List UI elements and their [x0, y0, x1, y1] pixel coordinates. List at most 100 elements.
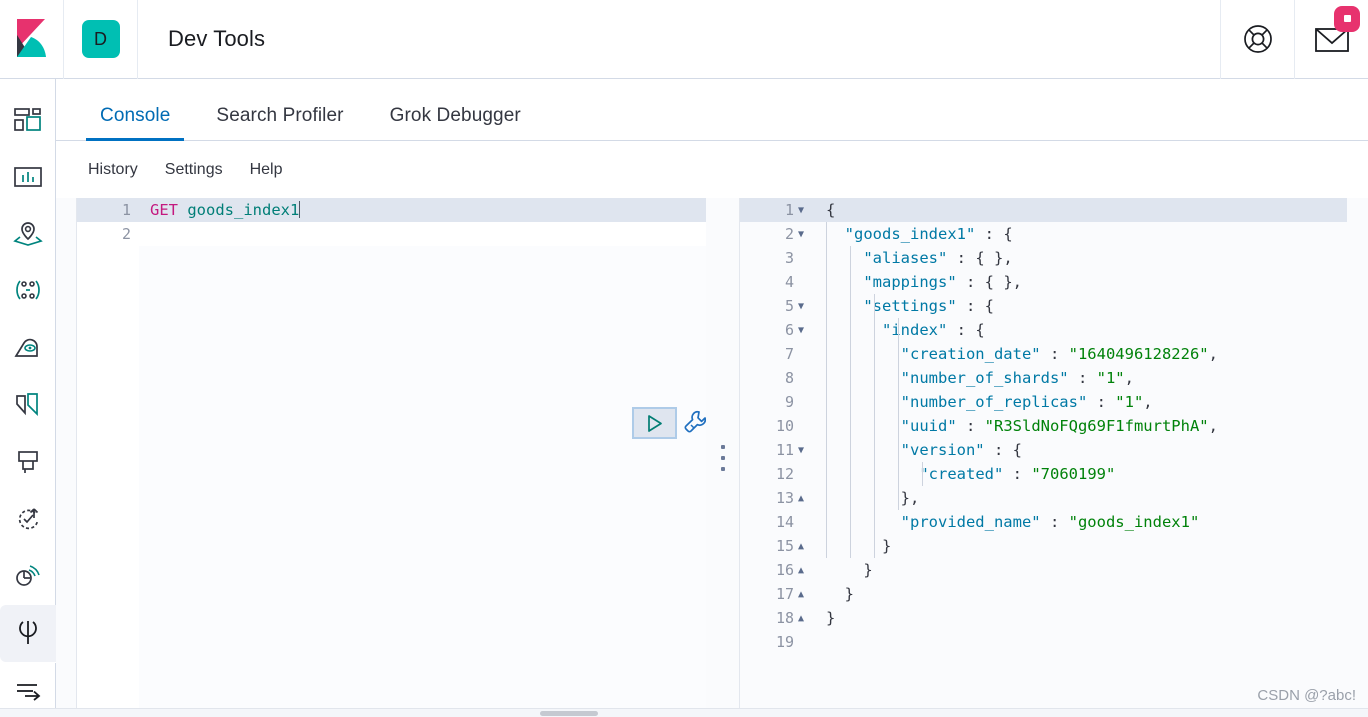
response-line-number: 5 ▼ [740, 294, 812, 318]
response-line-text: }, [826, 489, 920, 507]
dashboard-panel-icon [13, 166, 42, 187]
request-line-1: 1 GET goods_index1 [77, 198, 706, 222]
horizontal-scrollbar[interactable] [0, 708, 1368, 717]
request-options-button[interactable] [681, 408, 706, 438]
response-line: 19 [740, 630, 1347, 654]
sidebar-item-dev-tools[interactable] [0, 604, 56, 662]
fold-none [794, 343, 808, 367]
fold-none [794, 415, 808, 439]
response-line: 10 "uuid" : "R3SldNoFQg69F1fmurtPhA", [740, 414, 1347, 438]
fold-none [794, 511, 808, 535]
help-button[interactable] [1220, 0, 1294, 79]
fold-down-icon[interactable]: ▼ [794, 199, 808, 223]
space-switcher[interactable]: D [64, 0, 138, 79]
kibana-logo[interactable] [0, 0, 64, 79]
indent-guide [850, 246, 851, 558]
dev-tools-tabs: Console Search Profiler Grok Debugger [56, 79, 1368, 141]
fold-none [794, 271, 808, 295]
canvas-pages-icon [15, 393, 38, 417]
page-title: Dev Tools [168, 26, 266, 51]
primary-sidebar [0, 79, 56, 717]
history-link[interactable]: History [88, 161, 138, 179]
fold-up-icon[interactable]: ▲ [794, 559, 808, 583]
fold-down-icon[interactable]: ▼ [794, 223, 808, 247]
response-line-number: 19 [740, 630, 812, 654]
sidebar-item-machine-learning[interactable] [0, 319, 56, 376]
fold-up-icon[interactable]: ▲ [794, 607, 808, 631]
sidebar-item-maps[interactable] [0, 205, 56, 262]
sidebar-item-apm[interactable] [0, 548, 56, 605]
response-line-text: "provided_name" : "goods_index1" [900, 513, 1200, 531]
request-canvas [139, 198, 706, 717]
request-editor-pane[interactable]: 1 GET goods_index1 2 [76, 198, 706, 717]
console-menu-bar: History Settings Help [56, 141, 1368, 198]
request-line-text [139, 222, 150, 246]
tab-grok-debugger[interactable]: Grok Debugger [376, 105, 535, 140]
response-code: 1 ▼{2 ▼ "goods_index1" : {3 "aliases" : { … [740, 198, 1347, 654]
sidebar-item-dashboard[interactable] [0, 148, 56, 205]
fold-none [794, 367, 808, 391]
response-line: 16 ▲ } [740, 558, 1347, 582]
response-line-number: 1 ▼ [740, 198, 812, 222]
fold-up-icon[interactable]: ▲ [794, 535, 808, 559]
response-line: 14 "provided_name" : "goods_index1" [740, 510, 1347, 534]
main-content: Console Search Profiler Grok Debugger Hi… [56, 79, 1368, 717]
response-line-number: 15 ▲ [740, 534, 812, 558]
settings-link[interactable]: Settings [165, 161, 223, 179]
tab-search-profiler[interactable]: Search Profiler [202, 105, 357, 140]
sidebar-item-graph[interactable] [0, 262, 56, 319]
response-line: 7 "creation_date" : "1640496128226", [740, 342, 1347, 366]
request-line-2: 2 [77, 222, 706, 246]
tab-console[interactable]: Console [86, 105, 185, 141]
request-line-number: 2 [121, 225, 131, 243]
response-line-number: 8 [740, 366, 812, 390]
fold-down-icon[interactable]: ▼ [794, 439, 808, 463]
response-line-text: "version" : { [900, 441, 1022, 459]
console-editors: 1 GET goods_index1 2 1 ▼ {2 ▼ "goods_in… [56, 198, 1368, 717]
notification-badge [1334, 5, 1360, 32]
response-editor-pane[interactable]: 1 ▼{2 ▼ "goods_index1" : {3 "aliases" : { … [739, 198, 1347, 717]
pane-resizer[interactable] [706, 198, 739, 717]
watermark-text: CSDN @?abc! [1257, 687, 1356, 704]
sidebar-item-uptime[interactable] [0, 491, 56, 548]
ml-brain-icon [13, 338, 38, 357]
response-line: 1 ▼ { [740, 198, 1347, 222]
response-line-number: 13 ▲ [740, 486, 812, 510]
response-line: 9 "number_of_replicas" : "1", [740, 390, 1347, 414]
kibana-dev-tools-app: D Dev Tools Console Search Profiler Grok… [0, 0, 1368, 717]
response-line: 17 ▲ } [740, 582, 1347, 606]
response-line-text: } [826, 585, 854, 603]
fold-none [794, 391, 808, 415]
response-line: 15 ▲ } [740, 534, 1347, 558]
kibana-logo-icon [16, 19, 46, 57]
response-line-text: "number_of_replicas" : "1", [900, 393, 1153, 411]
fold-down-icon[interactable]: ▼ [794, 319, 808, 343]
maps-location-icon [12, 222, 43, 247]
response-line-text: "created" : "7060199" [919, 465, 1116, 483]
fold-up-icon[interactable]: ▲ [794, 487, 808, 511]
response-line: 8 "number_of_shards" : "1", [740, 366, 1347, 390]
response-line-text: } [826, 609, 836, 627]
sidebar-item-canvas[interactable] [0, 376, 56, 433]
sidebar-item-overview[interactable] [0, 91, 56, 148]
response-line-text: "aliases" : { }, [863, 249, 1013, 267]
fold-none [794, 631, 808, 655]
response-line-number: 2 ▼ [740, 222, 812, 246]
help-link[interactable]: Help [250, 161, 283, 179]
fold-up-icon[interactable]: ▲ [794, 583, 808, 607]
indent-guide [826, 222, 827, 558]
sidebar-item-logs[interactable] [0, 433, 56, 490]
response-line-number: 17 ▲ [740, 582, 812, 606]
lifebuoy-help-icon [1243, 25, 1272, 53]
request-code[interactable]: 1 GET goods_index1 2 [77, 198, 706, 246]
global-header: D Dev Tools [0, 0, 1368, 79]
response-line-text: } [826, 561, 873, 579]
response-line-number: 18 ▲ [740, 606, 812, 630]
response-line-text: } [826, 537, 892, 555]
fold-down-icon[interactable]: ▼ [794, 295, 808, 319]
header-actions [1220, 0, 1368, 79]
http-method: GET [150, 201, 178, 219]
news-feed-button[interactable] [1294, 0, 1368, 79]
graph-nodes-icon [15, 280, 40, 300]
send-request-button[interactable] [632, 407, 677, 439]
